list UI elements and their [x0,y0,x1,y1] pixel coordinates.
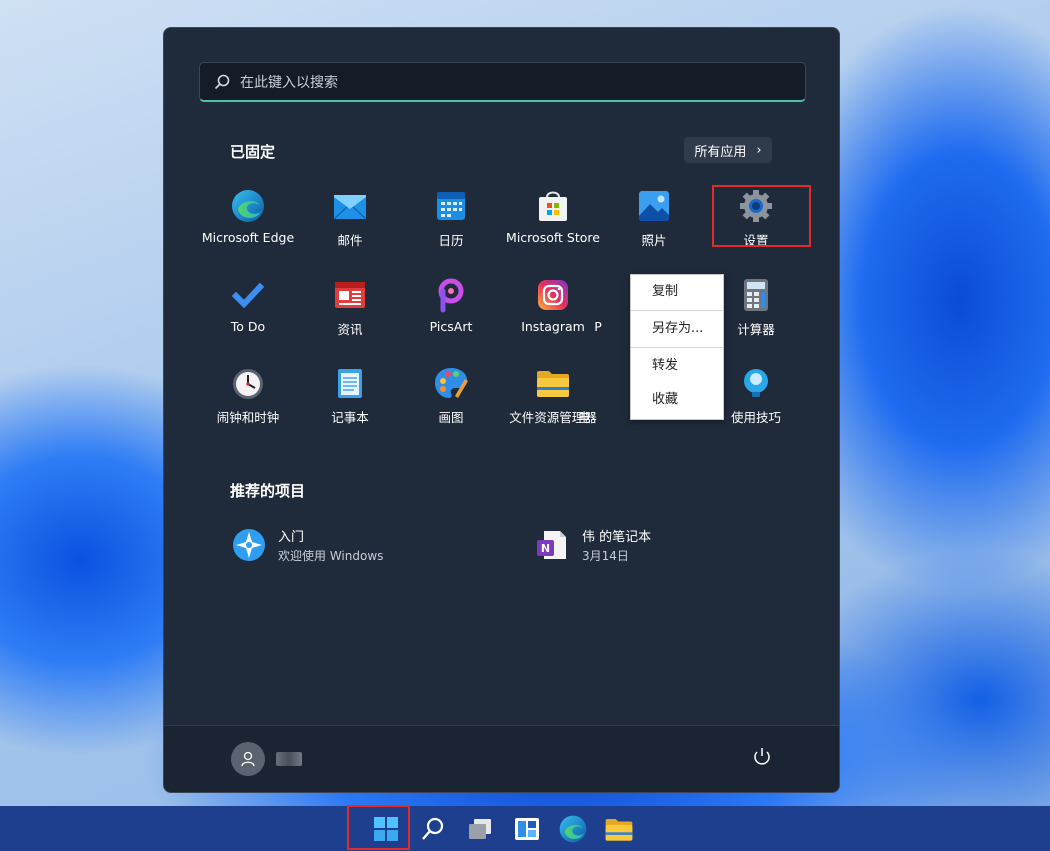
get-started-icon [233,529,265,561]
search-placeholder: 在此键入以搜索 [240,74,338,91]
app-label: 资讯 [337,322,363,337]
username-blurred[interactable] [276,752,302,766]
app-label: Microsoft Edge [201,230,295,245]
app-clock[interactable]: 闹钟和时钟 [193,365,303,445]
context-menu-copy[interactable]: 复制 [631,275,723,309]
app-todo[interactable]: To Do [193,277,303,357]
app-mail[interactable]: 邮件 [295,188,405,268]
power-icon [754,748,770,765]
start-button-highlight-box [347,805,410,850]
news-icon [335,282,365,308]
recommended-title: 推荐的项目 [230,482,306,500]
recommended-item-notebook[interactable]: N 伟 的笔记本 3月14日 [536,526,651,564]
edge-icon[interactable] [558,814,588,844]
app-hidden-p[interactable]: P [568,277,628,357]
app-hidden-dian[interactable]: 电 [568,365,628,445]
search-icon [214,74,230,89]
svg-text:N: N [541,542,550,555]
pinned-title: 已固定 [230,143,276,161]
onenote-icon: N [537,531,566,559]
edge-icon [232,190,264,222]
app-label: 画图 [438,410,464,425]
app-picsart[interactable]: PicsArt [396,277,506,357]
chevron-right-icon: › [756,142,762,158]
notepad-icon [338,369,362,398]
recommended-item-subtitle: 3月14日 [582,549,629,563]
app-news[interactable]: 资讯 [295,277,405,357]
search-input[interactable]: 在此键入以搜索 [199,62,806,102]
file-explorer-icon[interactable] [604,814,634,844]
user-icon [241,751,255,767]
recommended-item-subtitle: 欢迎使用 Windows [278,549,384,563]
calendar-icon [437,192,465,220]
recommended-item-title: 伟 的笔记本 [582,530,652,545]
app-photos[interactable]: 照片 [599,188,709,268]
recommended-item-get-started[interactable]: 入门 欢迎使用 Windows [232,526,383,564]
photos-icon [639,191,669,221]
todo-check-icon [231,282,265,309]
app-label: 照片 [641,233,667,248]
context-menu-forward[interactable]: 转发 [631,349,723,383]
app-edge[interactable]: Microsoft Edge [193,188,303,268]
clock-icon [233,369,263,399]
start-menu-footer [164,725,839,792]
store-icon [539,191,567,221]
context-menu-favorite[interactable]: 收藏 [631,383,723,417]
start-menu: 在此键入以搜索 已固定 所有应用 › Microsoft Edge 邮件 日历 … [163,27,840,793]
app-label: 日历 [438,233,464,248]
context-menu-save-as[interactable]: 另存为... [631,312,723,346]
app-label: 闹钟和时钟 [216,410,280,425]
recommended-item-title: 入门 [278,530,305,545]
context-menu: 复制 另存为... 转发 收藏 [630,274,724,420]
context-menu-separator [631,310,723,311]
context-menu-separator [631,347,723,348]
folder-icon [537,371,569,397]
power-button[interactable] [751,746,773,772]
app-calendar[interactable]: 日历 [396,188,506,268]
paint-palette-icon [435,368,468,398]
search-icon[interactable] [418,814,448,844]
all-apps-label: 所有应用 [694,144,747,160]
task-view-icon[interactable] [465,814,495,844]
user-avatar[interactable] [231,742,265,776]
app-label: To Do [230,319,266,334]
app-paint[interactable]: 画图 [396,365,506,445]
tips-bulb-icon [744,369,768,397]
instagram-icon [538,280,568,310]
app-label: 记事本 [331,410,369,425]
widgets-icon[interactable] [512,814,542,844]
app-label: Microsoft Store [506,230,600,245]
app-label: 电 [578,410,591,425]
app-notepad[interactable]: 记事本 [295,365,405,445]
app-label: PicsArt [429,319,473,334]
app-label: 邮件 [337,233,363,248]
picsart-icon [438,278,464,313]
calculator-icon [744,279,768,311]
taskbar [0,806,1050,851]
app-store[interactable]: Microsoft Store [498,188,608,268]
app-label: P [594,319,602,334]
all-apps-button[interactable]: 所有应用 › [684,137,772,163]
mail-icon [333,195,367,220]
settings-highlight-box [712,185,811,247]
